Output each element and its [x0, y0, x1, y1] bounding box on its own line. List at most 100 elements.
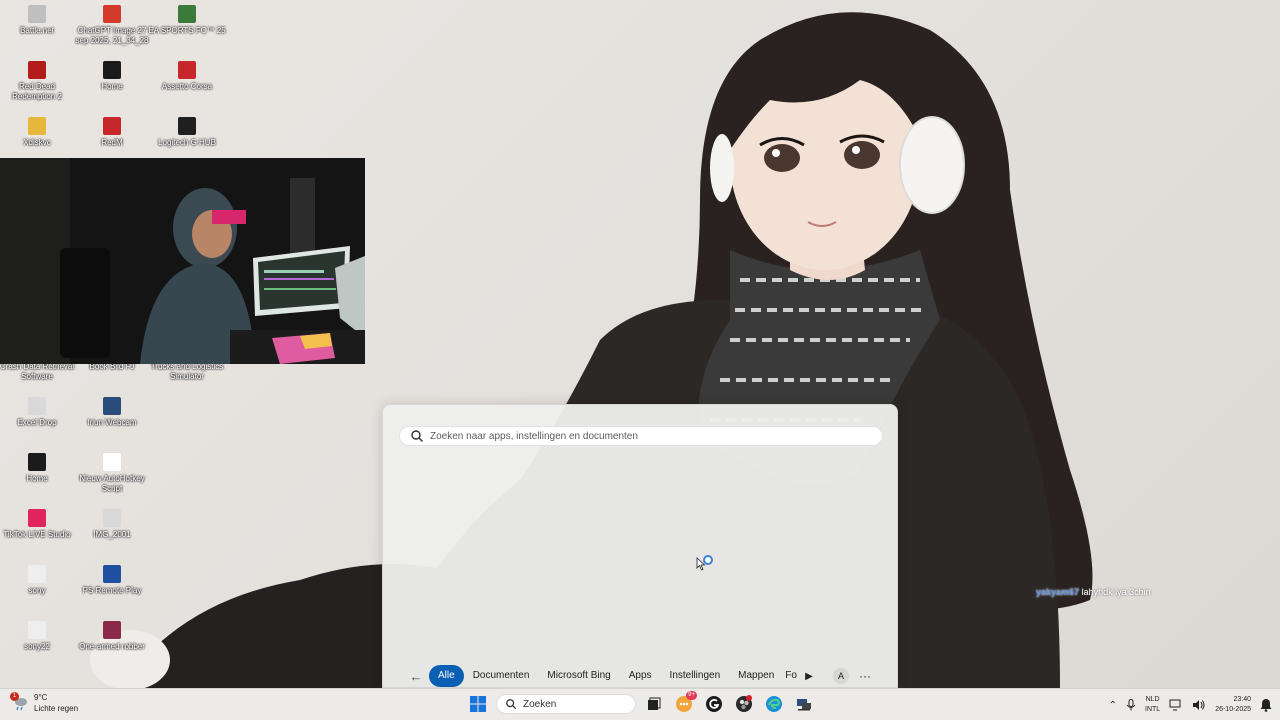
desktop-icon[interactable]: Assetto Corsa [148, 61, 226, 92]
desktop-icon[interactable]: Battle.net [0, 5, 76, 36]
app-icon [178, 61, 196, 79]
app-icon [103, 397, 121, 415]
account-avatar[interactable]: A [832, 668, 849, 684]
start-search-box[interactable] [399, 426, 883, 446]
app-icon [103, 117, 121, 135]
desktop-icon[interactable]: EA SPORTS FC™ 25 [148, 5, 226, 36]
filter-chip-truncated[interactable]: Fo [783, 665, 799, 687]
edge-browser-icon [766, 696, 782, 712]
search-icon [411, 430, 423, 442]
filter-chip-documenten[interactable]: Documenten [464, 665, 539, 687]
desktop-icon[interactable]: Home [73, 61, 151, 92]
desktop-icon-label: sony22 [24, 642, 50, 651]
search-icon [506, 699, 517, 710]
app-icon [28, 61, 46, 79]
app-icon [28, 621, 46, 639]
app-icon [103, 621, 121, 639]
windows-logo-icon [470, 696, 486, 712]
obs-icon [736, 695, 752, 712]
desktop-icon-label: Assetto Corsa [161, 82, 213, 91]
start-button[interactable] [466, 692, 490, 716]
desktop-icon-label: sony [28, 586, 46, 595]
app-icon [28, 397, 46, 415]
desktop-icon-label: Trucks and Logistics Simulator [150, 362, 224, 381]
app-icon [103, 61, 121, 79]
language-indicator[interactable]: NLD INTL [1145, 695, 1160, 715]
desktop-icon[interactable]: Xdiskvc [0, 117, 76, 148]
desktop-icon[interactable]: Iriun Webcam [73, 397, 151, 428]
desktop-icon[interactable]: Logitech G HUB [148, 117, 226, 148]
taskbar-search[interactable]: Zoeken [496, 694, 636, 714]
task-view-icon [648, 697, 661, 710]
desktop-icon-label: PS Remote Play [82, 586, 142, 595]
desktop-icon-label: Home [26, 474, 48, 483]
chat-username: yakyam67 [1036, 587, 1080, 597]
chevron-up-icon[interactable]: ⌃ [1109, 700, 1117, 711]
start-search-input[interactable] [430, 430, 870, 442]
desktop-icon[interactable]: One-armed robber [73, 621, 151, 652]
desktop-icon[interactable]: Excel Drop [0, 397, 76, 428]
more-options-icon[interactable]: ··· [859, 669, 871, 683]
search-filter-bar: ← Alle Documenten Microsoft Bing Apps In… [405, 665, 871, 687]
clock-date: 26-10-2025 [1215, 706, 1251, 713]
weather-widget[interactable]: 1 9°C Lichte regen [10, 692, 79, 713]
desktop-icon-label: Iriun Webcam [87, 418, 137, 427]
filter-chip-microsoft-bing[interactable]: Microsoft Bing [538, 665, 619, 687]
app-icon [28, 565, 46, 583]
webcam-overlay [0, 158, 365, 364]
back-arrow-icon[interactable]: ← [405, 669, 427, 684]
microphone-icon[interactable] [1126, 699, 1136, 711]
taskbar-center: Zoeken 9+ [466, 691, 816, 716]
taskbar-app-obs[interactable] [732, 692, 756, 716]
notification-bell-icon[interactable] [1260, 698, 1272, 712]
filter-chip-mappen[interactable]: Mappen [729, 665, 783, 687]
webcam-feed-image [0, 158, 365, 364]
desktop-icon[interactable]: IMG_2001 [73, 509, 151, 540]
taskbar-app-edge[interactable] [762, 692, 786, 716]
weather-badge: 1 [10, 692, 19, 701]
network-monitor-icon[interactable] [1169, 699, 1183, 711]
desktop-icon[interactable]: PS Remote Play [73, 565, 151, 596]
filter-chip-alle[interactable]: Alle [429, 665, 464, 687]
desktop-icon[interactable]: Red Dead Redemption 2 [0, 61, 76, 102]
language-code: NLD [1145, 696, 1160, 703]
taskbar-app-logitech[interactable] [702, 692, 726, 716]
taskbar-search-label: Zoeken [523, 698, 557, 710]
app-icon [103, 509, 121, 527]
weather-desc: Lichte regen [34, 704, 79, 713]
taskbar-app-network-manager[interactable] [792, 692, 816, 716]
app-icon [103, 5, 121, 23]
task-view-button[interactable] [642, 692, 666, 716]
app-icon [103, 453, 121, 471]
desktop-icon[interactable]: sony22 [0, 621, 76, 652]
weather-temp: 9°C [34, 693, 48, 702]
app-icon [28, 509, 46, 527]
desktop-icon-label: One-armed robber [79, 642, 145, 651]
network-computer-icon [797, 699, 811, 711]
desktop-icon-label: TikTok LIVE Studio [3, 530, 71, 539]
mouse-cursor-icon [696, 557, 706, 571]
volume-icon[interactable] [1192, 699, 1206, 711]
system-tray: ⌃ NLD INTL 23:40 26-10-2025 [1109, 689, 1272, 720]
desktop-icon-label: Nieuw AutoHotkey Script [79, 474, 145, 493]
desktop-icon[interactable]: TikTok LIVE Studio [0, 509, 76, 540]
desktop-icon-label: IMG_2001 [93, 530, 131, 539]
desktop-icon-label: ChatGPT Image 27 sep 2025, 21_34_28 [75, 26, 149, 45]
filter-chip-apps[interactable]: Apps [620, 665, 661, 687]
desktop-icon[interactable]: ChatGPT Image 27 sep 2025, 21_34_28 [73, 5, 151, 46]
desktop-icon[interactable]: sony [0, 565, 76, 596]
desktop-icon[interactable]: Nieuw AutoHotkey Script [73, 453, 151, 494]
desktop-icon[interactable]: Home [0, 453, 76, 484]
desktop-icon-label: EA SPORTS FC™ 25 [148, 26, 226, 35]
desktop-icon-label: RedM [101, 138, 123, 147]
desktop-icon[interactable]: RedM [73, 117, 151, 148]
taskbar-app-chat[interactable]: 9+ [672, 691, 697, 716]
desktop-icon-label: Home [101, 82, 123, 91]
scroll-right-arrow-icon[interactable]: ▶ [799, 671, 819, 682]
app-icon [178, 5, 196, 23]
clock[interactable]: 23:40 26-10-2025 [1215, 695, 1251, 715]
start-search-panel: ← Alle Documenten Microsoft Bing Apps In… [382, 404, 898, 688]
app-notification-badge: 9+ [686, 691, 697, 700]
filter-chip-instellingen[interactable]: Instellingen [661, 665, 730, 687]
logitech-g-icon [706, 696, 722, 712]
